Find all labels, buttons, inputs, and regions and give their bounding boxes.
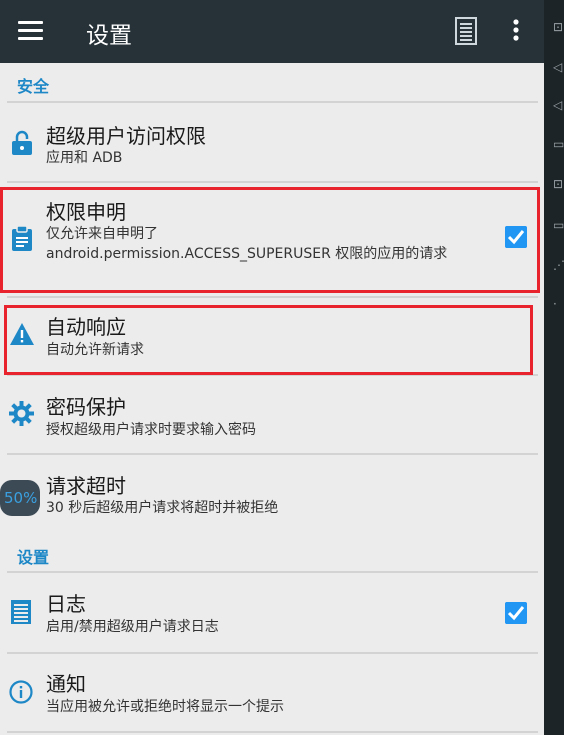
lock-icon <box>12 130 32 155</box>
timer-badge: 50% <box>0 480 40 516</box>
menu-icon[interactable] <box>18 21 43 41</box>
pref-subtitle: 当应用被允许或拒绝时将显示一个提示 <box>46 699 284 715</box>
pref-password-protection[interactable]: 密码保护 授权超级用户请求时要求输入密码 <box>0 376 544 453</box>
settings-screen: 设置 安全 超级用户访问权限 应用和 ADB 权限申明 仅允许来自申明了 and… <box>0 0 544 735</box>
pref-title: 请求超时 <box>46 474 126 498</box>
side-glyph: ⊡ <box>553 20 564 34</box>
more-vert-icon[interactable] <box>509 17 523 45</box>
pref-notification[interactable]: 通知 当应用被允许或拒绝时将显示一个提示 <box>0 654 544 732</box>
pref-title: 超级用户访问权限 <box>46 124 206 148</box>
section-header-settings: 设置 <box>17 548 50 567</box>
side-glyph: · <box>553 297 557 311</box>
side-glyph: ▭ <box>553 137 564 151</box>
pref-subtitle: 授权超级用户请求时要求输入密码 <box>46 422 256 438</box>
side-panel: ⊡ ◁ ◁ ▭ ⊡ ▭ ⋰ · <box>544 0 564 735</box>
pref-log[interactable]: 日志 启用/禁用超级用户请求日志 <box>0 573 544 652</box>
toolbar: 设置 <box>0 0 544 63</box>
side-glyph: ◁ <box>553 98 563 112</box>
pref-subtitle: 启用/禁用超级用户请求日志 <box>46 619 219 635</box>
pref-request-timeout[interactable]: 50% 请求超时 30 秒后超级用户请求将超时并被拒绝 <box>0 455 544 535</box>
side-glyph: ⊡ <box>553 177 564 191</box>
divider <box>7 731 538 733</box>
side-glyph: ◁ <box>553 60 563 74</box>
pref-superuser-access[interactable]: 超级用户访问权限 应用和 ADB <box>0 103 544 181</box>
section-header-security: 安全 <box>17 77 50 96</box>
pref-title: 密码保护 <box>46 395 126 419</box>
log-checkbox[interactable] <box>505 602 527 624</box>
side-glyph: ⋰ <box>553 258 564 272</box>
gear-icon <box>9 401 34 426</box>
pref-subtitle: 应用和 ADB <box>46 150 123 166</box>
pref-subtitle: 30 秒后超级用户请求将超时并被拒绝 <box>46 500 279 516</box>
pref-title: 通知 <box>46 672 86 696</box>
info-icon <box>9 680 33 704</box>
pref-title: 日志 <box>46 592 86 616</box>
timer-badge-label: 50% <box>4 489 38 507</box>
highlight-box-auto-response <box>4 305 533 375</box>
log-list-icon[interactable] <box>455 17 477 45</box>
side-glyph: ▭ <box>553 218 564 232</box>
log-icon <box>11 600 31 624</box>
page-title: 设置 <box>86 23 132 49</box>
highlight-box-permission <box>0 187 540 293</box>
